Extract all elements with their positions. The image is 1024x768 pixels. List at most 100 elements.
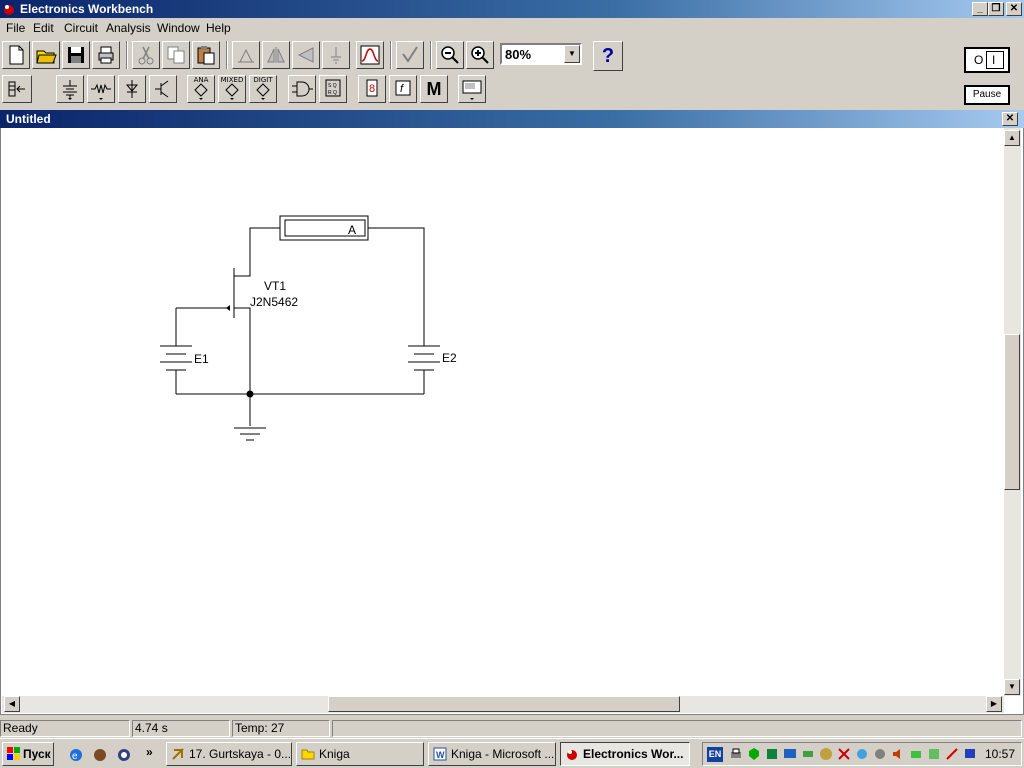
firewall-icon[interactable]: [837, 747, 851, 761]
player-icon[interactable]: [116, 747, 132, 763]
print-button[interactable]: [92, 41, 120, 69]
horizontal-scroll-thumb[interactable]: [328, 696, 680, 712]
mixed-ics-bin-button[interactable]: MIXED: [218, 75, 246, 103]
sources-bin-button[interactable]: [56, 75, 84, 103]
transistor-ref: VT1: [264, 279, 286, 293]
vertical-scrollbar[interactable]: ▲ ▼: [1004, 128, 1021, 696]
pen-icon[interactable]: [945, 747, 959, 761]
zoom-value: 80%: [505, 47, 532, 62]
transistors-bin-button[interactable]: [149, 75, 177, 103]
controls-bin-button[interactable]: f: [389, 75, 417, 103]
menu-bar: File Edit Circuit Analysis Window Help: [0, 18, 1024, 38]
battery-e2[interactable]: [408, 345, 440, 394]
analog-ics-bin-button[interactable]: ANA: [187, 75, 215, 103]
wire-drain[interactable]: [234, 227, 280, 277]
flip-horizontal-button[interactable]: [262, 41, 290, 69]
zoom-in-button[interactable]: [466, 41, 494, 69]
source2-label: E2: [442, 351, 457, 365]
menu-edit[interactable]: Edit: [33, 21, 54, 35]
pause-button[interactable]: Pause: [964, 85, 1010, 105]
analysis-graphs-button[interactable]: [396, 41, 424, 69]
new-button[interactable]: [2, 41, 30, 69]
tools-icon[interactable]: [927, 747, 941, 761]
task-kniga-word[interactable]: W Kniga - Microsoft ...: [428, 742, 556, 766]
power-switch[interactable]: O I: [964, 47, 1010, 73]
help-button[interactable]: ?: [593, 41, 623, 71]
menu-analysis[interactable]: Analysis: [106, 21, 151, 35]
open-button[interactable]: [32, 41, 60, 69]
display-icon[interactable]: [963, 747, 977, 761]
minimize-button[interactable]: _: [972, 2, 988, 16]
circuit-canvas[interactable]: A VT1 J2N5462 E1 E2: [0, 128, 1004, 696]
status-empty: [332, 720, 1022, 737]
task-kniga-folder[interactable]: Kniga: [296, 742, 424, 766]
paste-button[interactable]: [192, 41, 220, 69]
component-properties-button[interactable]: [322, 41, 350, 69]
menu-help[interactable]: Help: [206, 21, 231, 35]
horizontal-scrollbar[interactable]: ◀ ▶: [2, 696, 1004, 713]
create-subcircuit-button[interactable]: [356, 41, 384, 69]
power-on-label: O: [974, 53, 984, 67]
volume-icon[interactable]: [891, 747, 905, 761]
quicklaunch-chevron[interactable]: »: [146, 745, 153, 759]
status-time: 4.74 s: [132, 720, 230, 737]
scroll-down-arrow[interactable]: ▼: [1004, 679, 1020, 695]
vertical-scroll-thumb[interactable]: [1004, 334, 1020, 490]
digital-bin-button[interactable]: S QR Q: [319, 75, 347, 103]
network-icon[interactable]: [765, 747, 779, 761]
battery-e1[interactable]: [160, 308, 192, 394]
check-pen-icon: [402, 46, 418, 63]
scroll-left-arrow[interactable]: ◀: [4, 696, 20, 712]
indicators-bin-button[interactable]: 8: [358, 75, 386, 103]
disk-icon[interactable]: [819, 747, 833, 761]
antivirus-icon[interactable]: [747, 747, 761, 761]
ie-icon[interactable]: e: [68, 747, 84, 763]
document-close-button[interactable]: ✕: [1002, 112, 1018, 126]
diodes-bin-button[interactable]: [118, 75, 146, 103]
taskbar: Пуск e » 17. Gurtskaya - 0... Kniga W Kn…: [0, 738, 1024, 768]
printer-icon[interactable]: [729, 747, 743, 761]
scroll-right-arrow[interactable]: ▶: [986, 696, 1002, 712]
save-button[interactable]: [62, 41, 90, 69]
instruments-bin-button[interactable]: [458, 75, 486, 103]
diode-icon: [125, 80, 139, 98]
logic-gates-bin-button[interactable]: [288, 75, 316, 103]
basic-bin-button[interactable]: [87, 75, 115, 103]
menu-file[interactable]: File: [6, 21, 25, 35]
menu-circuit[interactable]: Circuit: [64, 21, 98, 35]
chevron-down-icon[interactable]: ▼: [564, 45, 580, 63]
flip-horizontal-icon: [267, 47, 285, 63]
wire-ground[interactable]: [176, 393, 424, 426]
update-icon[interactable]: [873, 747, 887, 761]
cut-button[interactable]: [132, 41, 160, 69]
copy-button[interactable]: [162, 41, 190, 69]
battery-icon[interactable]: [909, 747, 923, 761]
zoom-select[interactable]: 80% ▼: [500, 43, 582, 65]
task-electronics-workbench[interactable]: Electronics Wor...: [560, 742, 690, 766]
close-button[interactable]: ✕: [1006, 2, 1022, 16]
monitor-icon[interactable]: [783, 747, 797, 761]
sync-icon[interactable]: [855, 747, 869, 761]
restore-button[interactable]: ❐: [988, 2, 1004, 16]
digital-ics-bin-button[interactable]: DIGIT: [249, 75, 277, 103]
app-logo-icon: [4, 5, 14, 15]
zoom-out-button[interactable]: [436, 41, 464, 69]
scroll-up-arrow[interactable]: ▲: [1004, 130, 1020, 146]
start-button[interactable]: Пуск: [2, 742, 54, 766]
task-gurtskaya[interactable]: 17. Gurtskaya - 0...: [166, 742, 292, 766]
start-label: Пуск: [23, 747, 51, 761]
miscellaneous-bin-button[interactable]: M: [420, 75, 448, 103]
parts-bin-toolbar: ANA MIXED DIGIT S QR Q 8 f M: [0, 75, 500, 105]
resistor-icon: [91, 83, 111, 100]
language-indicator[interactable]: EN: [707, 747, 723, 762]
device-icon[interactable]: [801, 747, 815, 761]
media-icon[interactable]: [92, 747, 108, 763]
rotate-button[interactable]: [232, 41, 260, 69]
app-title-bar: Electronics Workbench _ ❐ ✕: [0, 0, 1024, 18]
wire-e2-top[interactable]: [368, 227, 425, 346]
menu-window[interactable]: Window: [157, 21, 200, 35]
favorites-bin-button[interactable]: [2, 75, 32, 103]
flip-vertical-button[interactable]: [292, 41, 320, 69]
status-state: Ready: [0, 720, 130, 737]
toolbar-separator: [126, 41, 128, 69]
